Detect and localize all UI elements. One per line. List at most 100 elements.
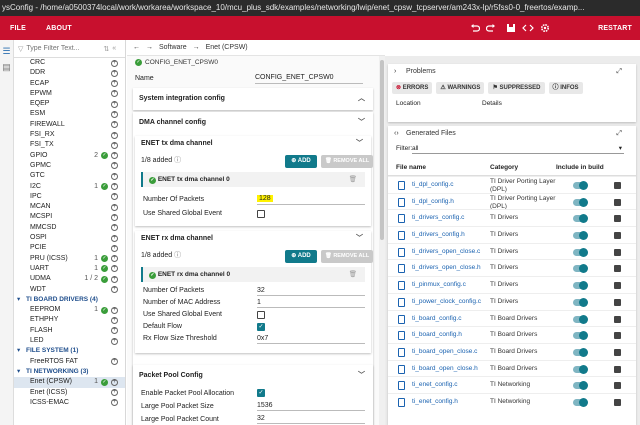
add-instance-icon[interactable]: + — [111, 337, 118, 345]
tree-item[interactable]: MCSPI + — [14, 212, 125, 222]
tree-item[interactable]: FSI_TX + — [14, 140, 125, 150]
tree-item[interactable]: EPWM + — [14, 89, 125, 99]
gear-icon[interactable] — [540, 23, 550, 33]
infos-filter[interactable]: ⓘ INFOS — [548, 82, 583, 94]
tx-channel-instance[interactable]: ✓ ENET tx dma channel 0 🗑 — [141, 172, 365, 187]
include-toggle[interactable] — [573, 331, 588, 341]
include-toggle[interactable] — [573, 364, 588, 374]
add-instance-icon[interactable]: + — [111, 59, 118, 67]
add-instance-icon[interactable]: + — [111, 378, 118, 386]
include-toggle[interactable] — [573, 214, 588, 224]
file-link[interactable]: ti_drivers_open_close.h — [412, 260, 481, 277]
save-file-icon[interactable] — [614, 182, 621, 189]
redo-icon[interactable] — [486, 23, 496, 33]
add-instance-icon[interactable]: + — [111, 162, 118, 170]
add-instance-icon[interactable]: + — [111, 183, 118, 191]
include-toggle[interactable] — [573, 197, 588, 207]
delete-icon[interactable]: 🗑 — [349, 267, 357, 282]
add-instance-icon[interactable]: + — [111, 389, 118, 396]
tree-item[interactable]: ECAP + — [14, 79, 125, 89]
file-link[interactable]: ti_pinmux_config.c — [412, 277, 466, 294]
add-instance-icon[interactable]: + — [111, 172, 118, 180]
tree-item[interactable]: WDT + — [14, 285, 125, 295]
save-file-icon[interactable] — [614, 282, 621, 290]
tx-shared-checkbox[interactable] — [257, 210, 265, 218]
save-file-icon[interactable] — [614, 382, 621, 390]
tree-item[interactable]: PRU (ICSS) 1 ✓ + — [14, 254, 125, 264]
tree-filter-input[interactable] — [26, 45, 97, 52]
chevron-down-icon[interactable]: ﹀ — [358, 112, 365, 134]
tree-item[interactable]: MMCSD + — [14, 223, 125, 233]
save-file-icon[interactable] — [614, 332, 621, 340]
tree-item[interactable]: GPIO 2 ✓ + — [14, 151, 125, 161]
add-instance-icon[interactable]: + — [111, 110, 118, 118]
collapse-icon[interactable]: › — [394, 64, 396, 80]
save-file-icon[interactable] — [614, 365, 621, 373]
add-instance-icon[interactable]: + — [111, 152, 118, 160]
include-toggle[interactable] — [573, 281, 588, 291]
back-icon[interactable]: ← — [133, 44, 140, 51]
tree-item[interactable]: UART 1 ✓ + — [14, 264, 125, 274]
delete-icon[interactable]: 🗑 — [349, 172, 357, 187]
add-instance-icon[interactable]: + — [111, 121, 118, 129]
chevron-down-icon[interactable]: ▾ — [17, 367, 20, 377]
include-toggle[interactable] — [573, 247, 588, 257]
add-instance-icon[interactable]: + — [111, 213, 118, 221]
breadcrumb-parent[interactable]: Software — [159, 44, 187, 51]
add-instance-icon[interactable]: + — [111, 316, 118, 324]
save-file-icon[interactable] — [614, 348, 621, 356]
warnings-filter[interactable]: ⚠ WARNINGS — [436, 82, 485, 94]
rx-shared-checkbox[interactable] — [257, 311, 265, 319]
expand-icon[interactable]: ⤢ — [616, 126, 628, 142]
save-file-icon[interactable] — [614, 215, 621, 223]
include-toggle[interactable] — [573, 231, 588, 241]
tree-section[interactable]: FILE SYSTEM (1) ▾ — [14, 346, 125, 356]
restart-button[interactable]: RESTART — [598, 25, 632, 32]
add-instance-icon[interactable]: + — [111, 265, 118, 273]
file-link[interactable]: ti_power_clock_config.c — [412, 294, 481, 311]
add-instance-icon[interactable]: + — [111, 141, 118, 149]
add-instance-icon[interactable]: + — [111, 100, 118, 108]
save-file-icon[interactable] — [614, 398, 621, 406]
tree-item[interactable]: Enet (ICSS) + — [14, 388, 125, 398]
add-instance-icon[interactable]: + — [111, 275, 118, 283]
add-instance-icon[interactable]: + — [111, 90, 118, 98]
rx-add-button[interactable]: ⊕ ADD — [285, 250, 317, 263]
chevron-down-icon[interactable]: ﹀ — [356, 136, 363, 152]
chevron-down-icon[interactable]: ﹀ — [358, 365, 365, 387]
add-instance-icon[interactable]: + — [111, 80, 118, 88]
tree-item[interactable]: PCIE + — [14, 243, 125, 253]
tree-item[interactable]: ETHPHY + — [14, 315, 125, 325]
name-field[interactable]: CONFIG_ENET_CPSW0 — [255, 72, 363, 84]
include-toggle[interactable] — [573, 397, 588, 407]
save-file-icon[interactable] — [614, 248, 621, 256]
add-instance-icon[interactable]: + — [111, 234, 118, 242]
pool-large-count-field[interactable]: 32 — [257, 413, 365, 424]
add-instance-icon[interactable]: + — [111, 399, 118, 407]
add-instance-icon[interactable]: + — [111, 69, 118, 77]
file-link[interactable]: ti_dpl_config.h — [412, 194, 454, 211]
tree-item[interactable]: I2C 1 ✓ + — [14, 182, 125, 192]
rx-channel-instance[interactable]: ✓ ENET rx dma channel 0 🗑 — [141, 267, 365, 282]
collapse-panel-icon[interactable]: « — [112, 45, 116, 52]
tree-section[interactable]: TI NETWORKING (3) ▾ — [14, 367, 125, 377]
rx-packets-field[interactable]: 32 — [257, 285, 365, 296]
collapse-all-icon[interactable]: ⇅ — [103, 45, 109, 53]
tree-item[interactable]: MCAN + — [14, 202, 125, 212]
tree-section[interactable]: TI BOARD DRIVERS (4) ▾ — [14, 295, 125, 305]
pool-large-size-field[interactable]: 1536 — [257, 400, 365, 411]
tree-item[interactable]: FIREWALL + — [14, 120, 125, 130]
file-link[interactable]: ti_board_config.h — [412, 327, 462, 344]
tree-item[interactable]: UDMA 1 / 2 ✓ + — [14, 274, 125, 284]
about-menu[interactable]: ABOUT — [36, 25, 82, 32]
file-link[interactable]: ti_dpl_config.c — [412, 177, 454, 194]
tree-item[interactable]: Enet (CPSW) 1 ✓ + — [14, 377, 125, 388]
chevron-up-icon[interactable]: ︿ — [358, 88, 365, 110]
add-instance-icon[interactable]: + — [111, 203, 118, 211]
tree-item[interactable]: CRC + — [14, 58, 125, 68]
tree-item[interactable]: GTC + — [14, 171, 125, 181]
add-instance-icon[interactable]: + — [111, 224, 118, 232]
save-file-icon[interactable] — [614, 232, 621, 240]
file-link[interactable]: ti_drivers_open_close.c — [412, 244, 480, 261]
add-instance-icon[interactable]: + — [111, 255, 118, 263]
